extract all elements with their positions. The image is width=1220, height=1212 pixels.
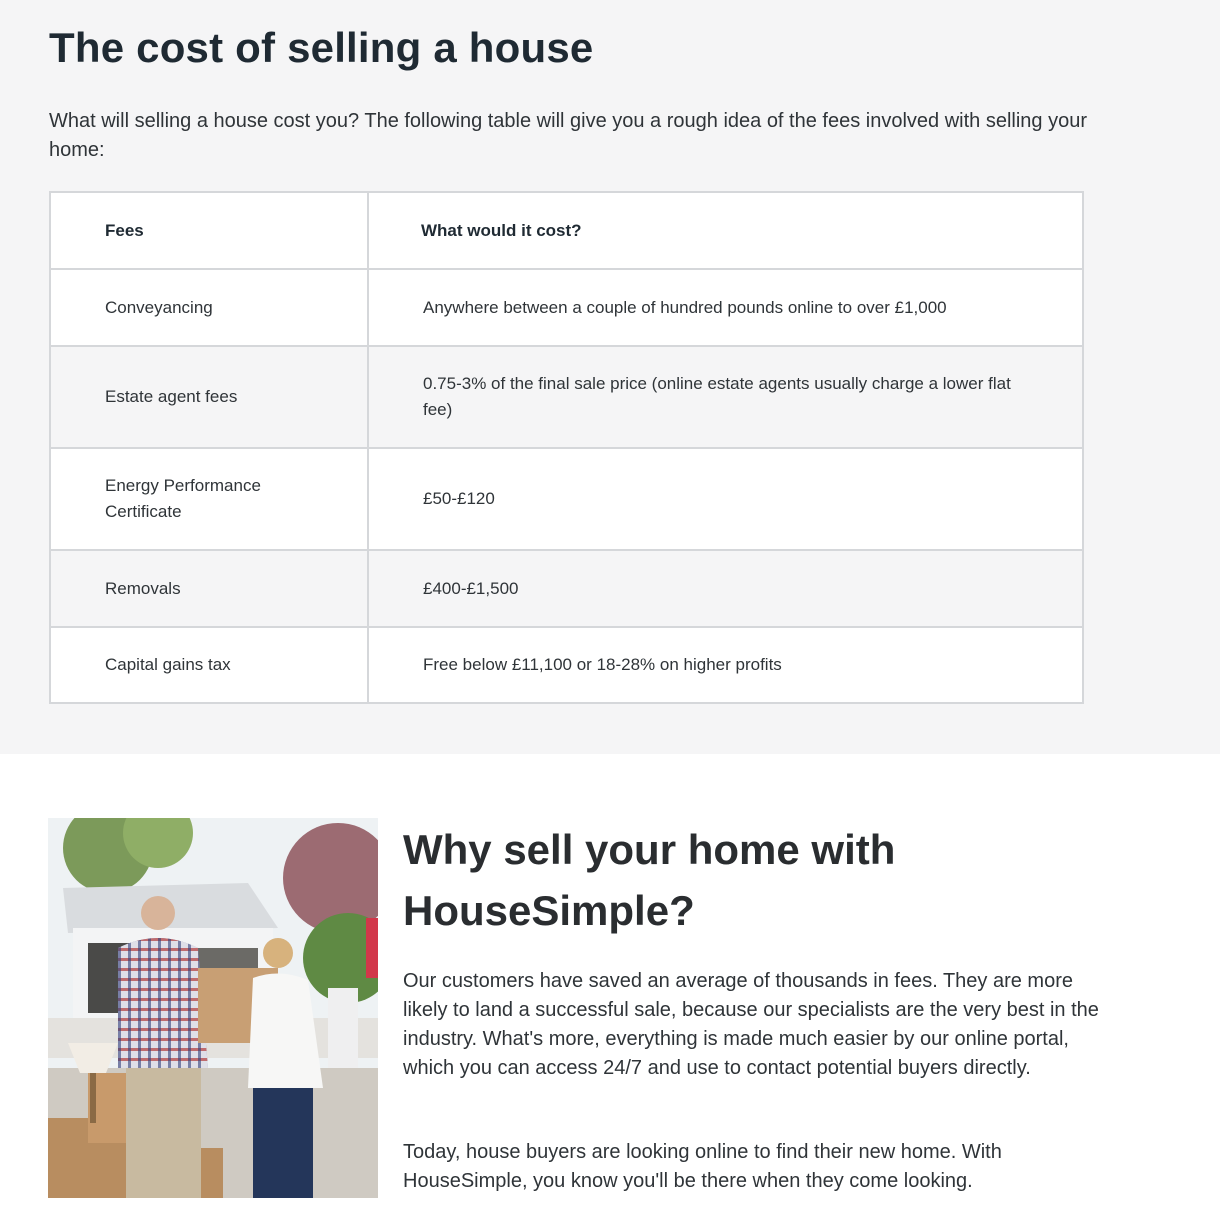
cost-cell: Anywhere between a couple of hundred pou… [367, 268, 1084, 347]
table-row: Capital gains tax Free below £11,100 or … [49, 626, 1084, 704]
fee-cell: Capital gains tax [49, 626, 369, 704]
why-title: Why sell your home with HouseSimple? [403, 826, 896, 934]
why-paragraph-1: Our customers have saved an average of t… [403, 970, 1099, 1079]
fee-cell: Energy Performance Certificate [49, 447, 369, 551]
fees-table: Fees What would it cost? Conveyancing An… [49, 191, 1084, 704]
table-row: Removals £400-£1,500 [49, 549, 1084, 628]
cost-intro: What will selling a house cost you? The … [49, 110, 1087, 161]
cost-cell: Free below £11,100 or 18-28% on higher p… [367, 626, 1084, 704]
cost-cell: 0.75-3% of the final sale price (online … [367, 345, 1084, 449]
fee-cell: Conveyancing [49, 268, 369, 347]
table-row: Estate agent fees 0.75-3% of the final s… [49, 345, 1084, 449]
cost-cell: £50-£120 [367, 447, 1084, 551]
header-fees: Fees [49, 191, 369, 270]
why-section: Why sell your home with HouseSimple? Our… [0, 754, 1220, 1212]
cost-cell: £400-£1,500 [367, 549, 1084, 628]
fee-cell: Estate agent fees [49, 345, 369, 449]
table-row: Conveyancing Anywhere between a couple o… [49, 268, 1084, 347]
fee-cell: Removals [49, 549, 369, 628]
header-cost: What would it cost? [367, 191, 1084, 270]
why-paragraph-2: Today, house buyers are looking online t… [403, 1141, 1002, 1192]
cost-title: The cost of selling a house [49, 24, 594, 71]
couple-moving-photo [48, 818, 378, 1198]
cost-section: The cost of selling a house What will se… [0, 0, 1220, 754]
table-row: Energy Performance Certificate £50-£120 [49, 447, 1084, 551]
table-header-row: Fees What would it cost? [49, 191, 1084, 270]
